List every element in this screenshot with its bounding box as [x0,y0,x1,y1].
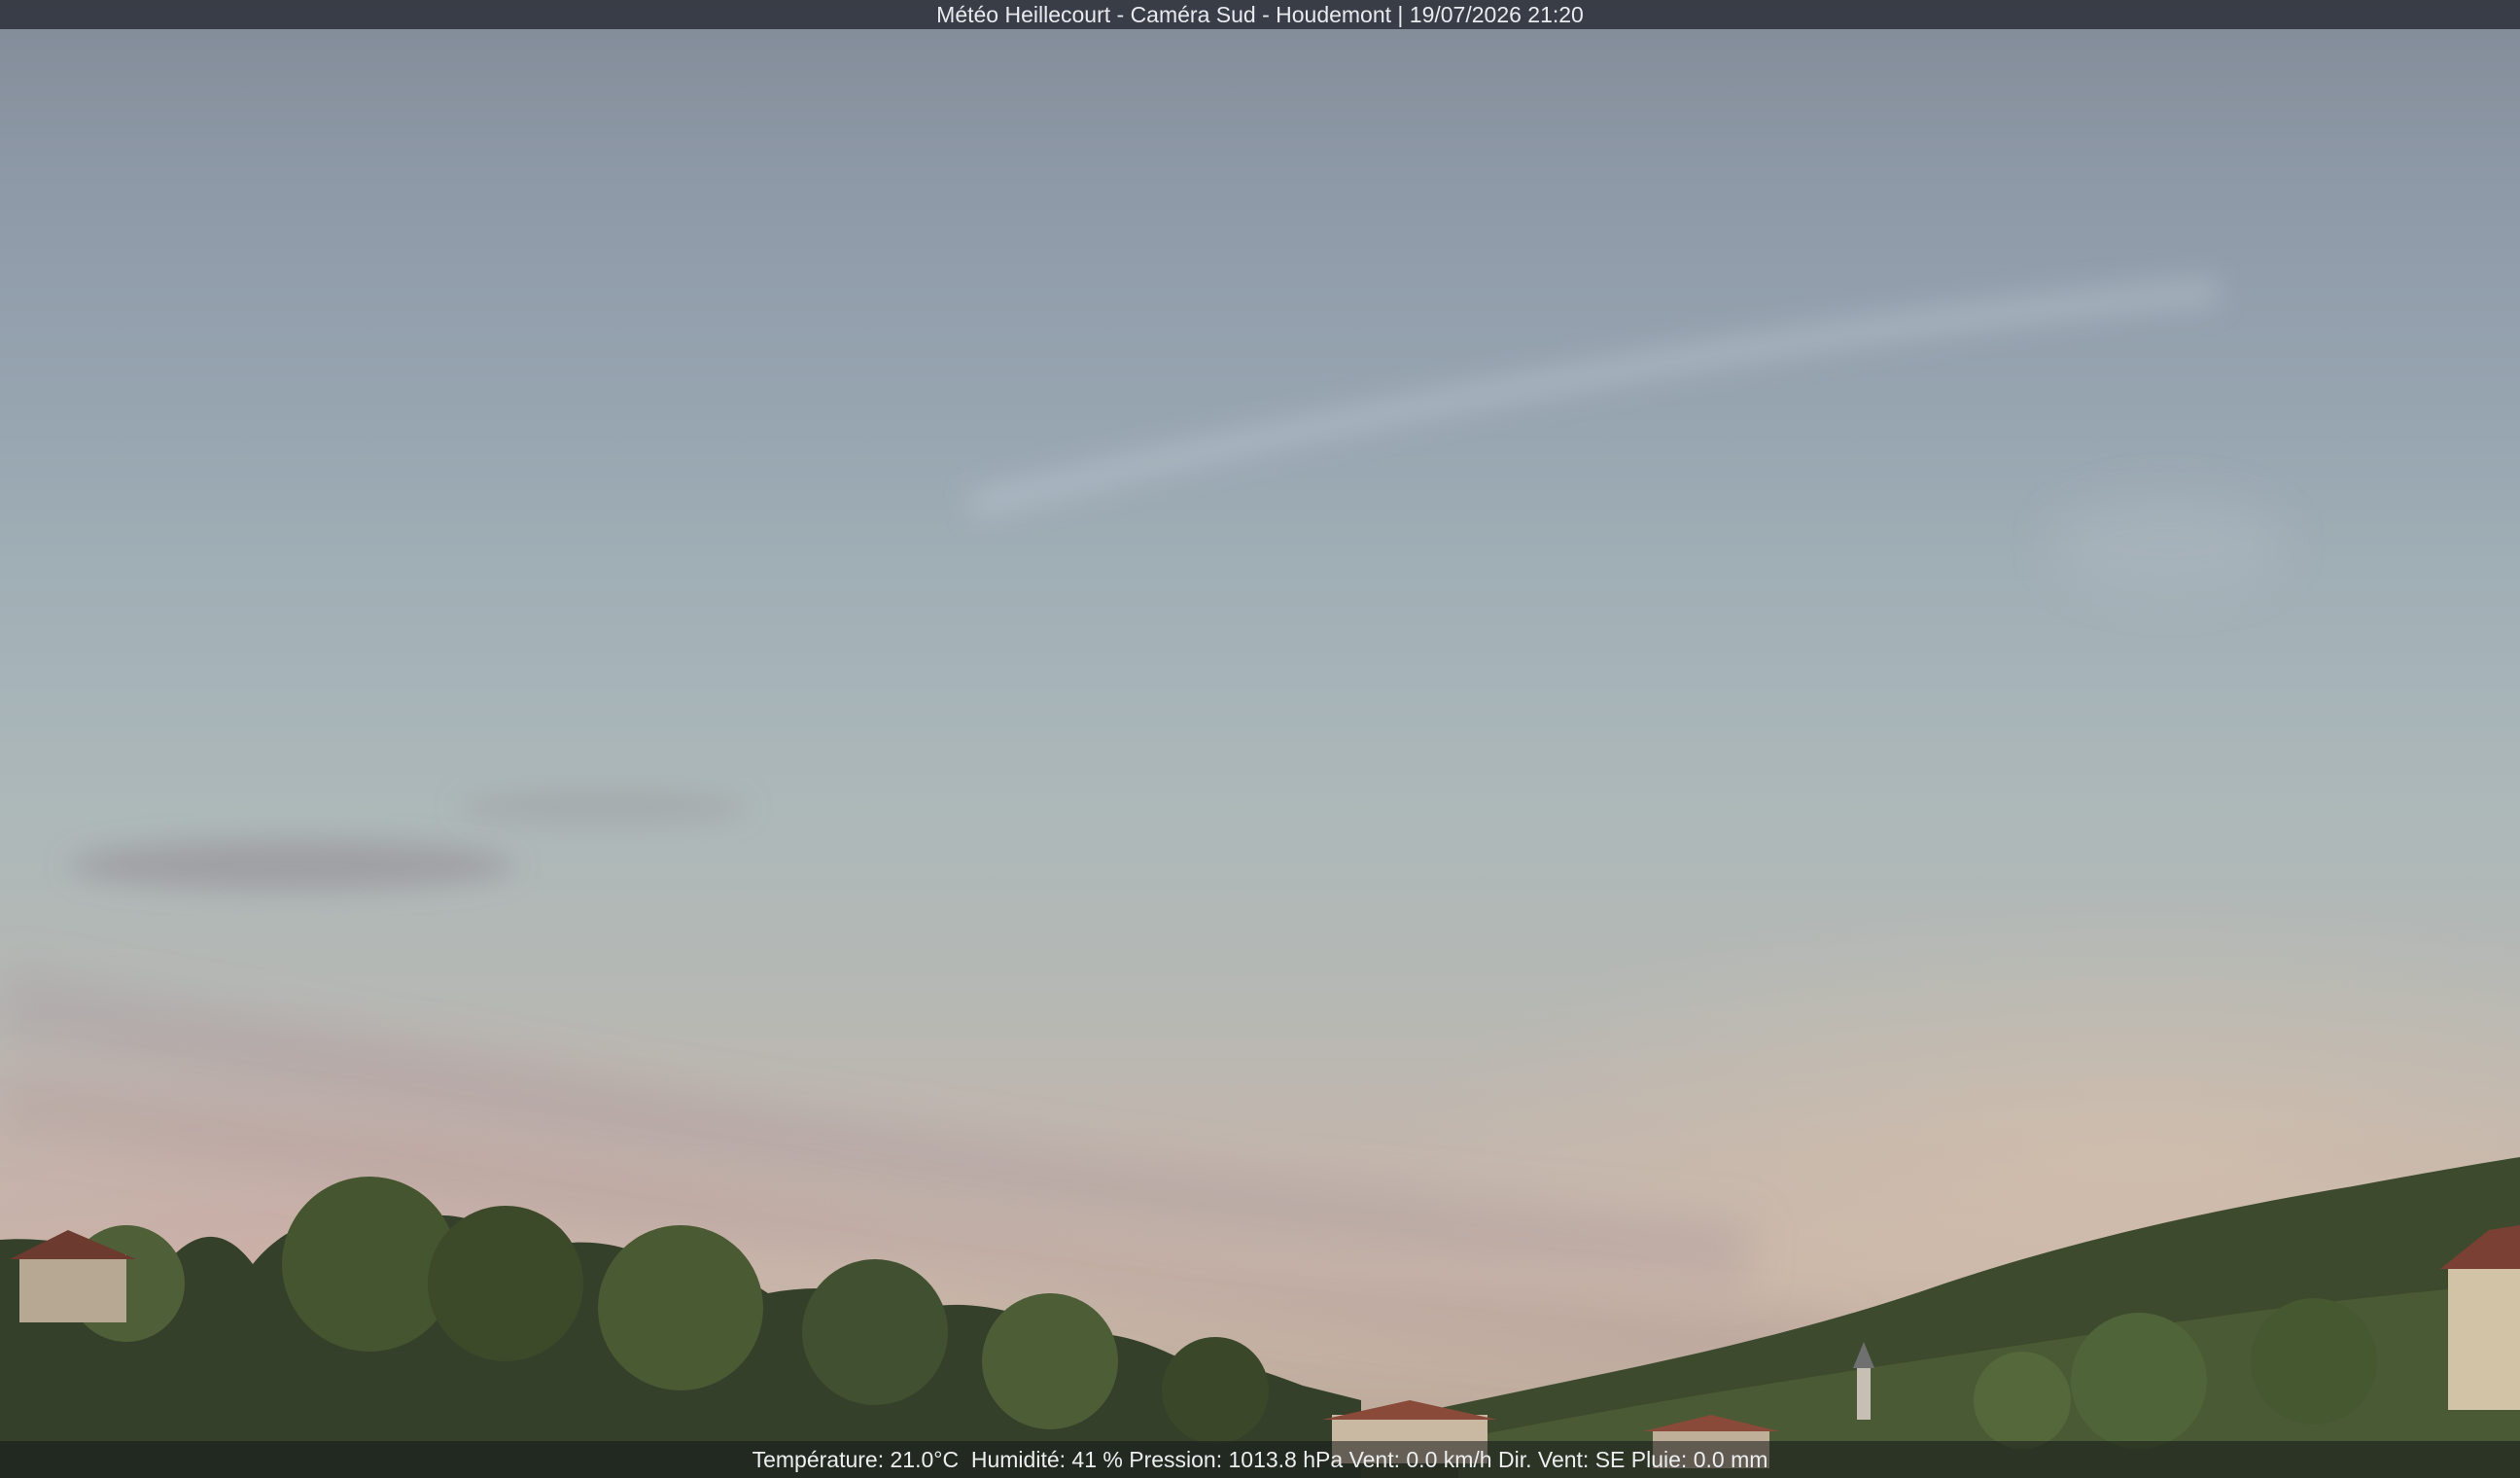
weather-status-bar: Température: 21.0°C Humidité: 41 % Press… [0,1441,2520,1478]
pressure-readout: Pression: 1013.8 hPa [1129,1447,1344,1472]
wind-speed-readout: Vent: 0.0 km/h [1348,1447,1492,1472]
camera-title: Météo Heillecourt - Caméra Sud - Houdemo… [936,2,1584,27]
temperature-readout: Température: 21.0°C [752,1447,960,1472]
roof [2440,1225,2520,1269]
church-tower [1857,1366,1871,1420]
steeple [1853,1342,1874,1368]
house [19,1254,126,1322]
foreground-trees [0,1177,2520,1478]
camera-title-bar: Météo Heillecourt - Caméra Sud - Houdemo… [0,0,2520,29]
rain-readout: Pluie: 0.0 mm [1630,1447,1768,1472]
humidity-readout: Humidité: 41 % [970,1447,1123,1472]
wind-direction-readout: Dir. Vent: SE [1497,1447,1626,1472]
webcam-image: Météo Heillecourt - Caméra Sud - Houdemo… [0,0,2520,1478]
roof [1643,1415,1779,1431]
house [2448,1264,2520,1410]
